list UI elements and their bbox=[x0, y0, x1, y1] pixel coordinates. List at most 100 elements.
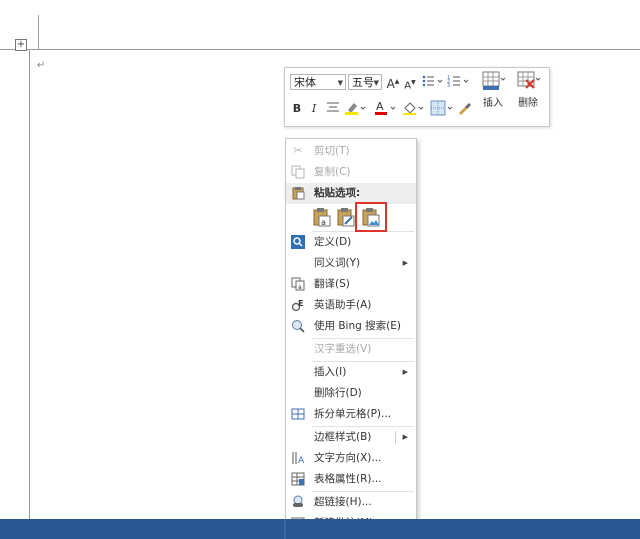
menu-item-reconvert[interactable]: 汉字重选(V) bbox=[286, 339, 416, 360]
italic-button[interactable]: I bbox=[307, 100, 321, 118]
delete-label: 删除 bbox=[518, 98, 538, 109]
delete-table-button[interactable]: 删除 bbox=[513, 71, 543, 109]
numbered-list-icon: 123 bbox=[447, 75, 469, 89]
menu-item-hyperlink[interactable]: 超链接(H)... bbox=[286, 492, 416, 513]
clipboard-icon bbox=[291, 186, 305, 200]
menu-item-bing-search[interactable]: 使用 Bing 搜索(E) bbox=[286, 316, 416, 337]
font-name-value: 宋体 bbox=[294, 76, 316, 89]
menu-item-border-styles[interactable]: 边框样式(B) ▶ bbox=[286, 427, 416, 448]
bold-label: B bbox=[292, 102, 302, 115]
taskbar-strip bbox=[0, 519, 640, 539]
menu-item-label: 复制(C) bbox=[314, 166, 351, 178]
svg-text:A: A bbox=[298, 456, 305, 465]
menu-item-label: 汉字重选(V) bbox=[314, 343, 372, 355]
border-grid-icon bbox=[430, 100, 453, 116]
bullet-list-icon bbox=[422, 75, 443, 87]
shrink-font-button[interactable]: A▼ bbox=[403, 74, 417, 92]
table-move-handle-icon[interactable]: + bbox=[15, 39, 27, 51]
menu-item-insert[interactable]: 插入(I) ▶ bbox=[286, 362, 416, 383]
italic-label: I bbox=[311, 102, 317, 115]
menu-item-text-direction[interactable]: A 文字方向(X)... bbox=[286, 448, 416, 469]
submenu-arrow-icon: ▶ bbox=[402, 368, 408, 376]
svg-text:a: a bbox=[298, 284, 302, 291]
split-cells-icon bbox=[291, 407, 305, 421]
numbering-button[interactable]: 123 bbox=[446, 73, 470, 91]
chevron-down-icon: ▼ bbox=[373, 79, 379, 87]
margin-guide-top bbox=[38, 15, 39, 50]
menu-item-cut[interactable]: ✂ 剪切(T) bbox=[286, 141, 416, 162]
font-color-icon: A bbox=[375, 100, 396, 115]
paste-options-label: 粘贴选项: bbox=[314, 187, 361, 199]
paint-bucket-icon bbox=[403, 102, 424, 115]
menu-item-define[interactable]: 定义(D) bbox=[286, 232, 416, 253]
menu-item-label: 超链接(H)... bbox=[314, 496, 372, 508]
format-painter-icon bbox=[459, 103, 471, 115]
highlighter-icon bbox=[345, 103, 366, 115]
table-left-border bbox=[29, 49, 30, 519]
menu-item-label: 翻译(S) bbox=[314, 278, 350, 290]
table-properties-icon bbox=[291, 472, 305, 486]
paragraph-mark-icon: ↵ bbox=[37, 60, 46, 71]
bullets-button[interactable] bbox=[420, 73, 444, 91]
center-align-button[interactable] bbox=[325, 100, 341, 118]
menu-item-label: 使用 Bing 搜索(E) bbox=[314, 320, 401, 332]
text-direction-icon: A bbox=[291, 451, 305, 466]
bar-divider bbox=[284, 519, 286, 539]
menu-item-split-cells[interactable]: 拆分单元格(P)... bbox=[286, 404, 416, 425]
chevron-down-icon: ▼ bbox=[337, 79, 343, 87]
menu-item-delete-row[interactable]: 删除行(D) bbox=[286, 383, 416, 404]
shading-button[interactable] bbox=[401, 100, 427, 118]
insert-rows-icon bbox=[482, 71, 506, 91]
menu-item-label: 边框样式(B) bbox=[314, 431, 372, 443]
context-menu: ✂ 剪切(T) 复制(C) 粘贴选项: a 定义(D) 同义词(Y) ▶ a 翻… bbox=[285, 138, 417, 536]
define-search-icon bbox=[291, 235, 305, 249]
insert-table-button[interactable]: 插入 bbox=[478, 71, 508, 109]
menu-item-label: 插入(I) bbox=[314, 366, 347, 378]
svg-text:E: E bbox=[298, 299, 303, 308]
font-size-value: 五号 bbox=[352, 76, 374, 89]
menu-item-english-assistant[interactable]: E 英语助手(A) bbox=[286, 295, 416, 316]
menu-item-label: 文字方向(X)... bbox=[314, 452, 382, 464]
bold-button[interactable]: B bbox=[290, 100, 304, 118]
align-center-icon bbox=[327, 102, 339, 112]
format-painter-button[interactable] bbox=[457, 100, 473, 118]
menu-item-label: 表格属性(R)... bbox=[314, 473, 382, 485]
menu-section-paste-options: 粘贴选项: bbox=[286, 183, 416, 204]
delete-table-icon bbox=[517, 71, 541, 91]
font-color-button[interactable]: A bbox=[373, 100, 399, 118]
english-assistant-icon: E bbox=[291, 298, 305, 312]
scissors-icon: ✂ bbox=[293, 144, 303, 157]
paste-merge-format-icon[interactable] bbox=[336, 207, 356, 227]
menu-item-label: 英语助手(A) bbox=[314, 299, 372, 311]
menu-item-label: 同义词(Y) bbox=[314, 257, 361, 269]
menu-item-table-properties[interactable]: 表格属性(R)... bbox=[286, 469, 416, 490]
borders-button[interactable] bbox=[429, 99, 455, 117]
menu-item-label: 剪切(T) bbox=[314, 145, 350, 157]
paste-as-picture-highlight bbox=[355, 202, 387, 232]
grow-font-button[interactable]: A▲ bbox=[386, 73, 400, 91]
copy-icon bbox=[291, 165, 305, 179]
table-top-border bbox=[0, 49, 640, 50]
font-size-combo[interactable]: 五号 ▼ bbox=[348, 74, 382, 90]
menu-item-synonyms[interactable]: 同义词(Y) ▶ bbox=[286, 253, 416, 274]
font-color-letter: A bbox=[376, 100, 384, 113]
menu-item-label: 拆分单元格(P)... bbox=[314, 408, 392, 420]
menu-item-label: 删除行(D) bbox=[314, 387, 362, 399]
menu-item-label: 定义(D) bbox=[314, 236, 352, 248]
menu-item-translate[interactable]: a 翻译(S) bbox=[286, 274, 416, 295]
paste-keep-source-icon[interactable]: a bbox=[312, 207, 332, 227]
highlight-button[interactable] bbox=[343, 100, 369, 118]
insert-label: 插入 bbox=[483, 98, 503, 109]
hyperlink-icon bbox=[291, 495, 305, 509]
submenu-arrow-icon: ▶ bbox=[402, 433, 408, 441]
svg-text:3: 3 bbox=[447, 83, 450, 89]
mini-toolbar: 宋体 ▼ 五号 ▼ A▲ A▼ 123 B I A 插入 删除 bbox=[284, 67, 550, 127]
globe-search-icon bbox=[291, 319, 305, 333]
split-divider bbox=[395, 431, 396, 444]
submenu-arrow-icon: ▶ bbox=[402, 259, 408, 267]
translate-icon: a bbox=[291, 277, 305, 291]
grow-font-label: A bbox=[386, 77, 395, 91]
svg-text:a: a bbox=[321, 218, 326, 227]
menu-item-copy[interactable]: 复制(C) bbox=[286, 162, 416, 183]
font-name-combo[interactable]: 宋体 ▼ bbox=[290, 74, 346, 90]
